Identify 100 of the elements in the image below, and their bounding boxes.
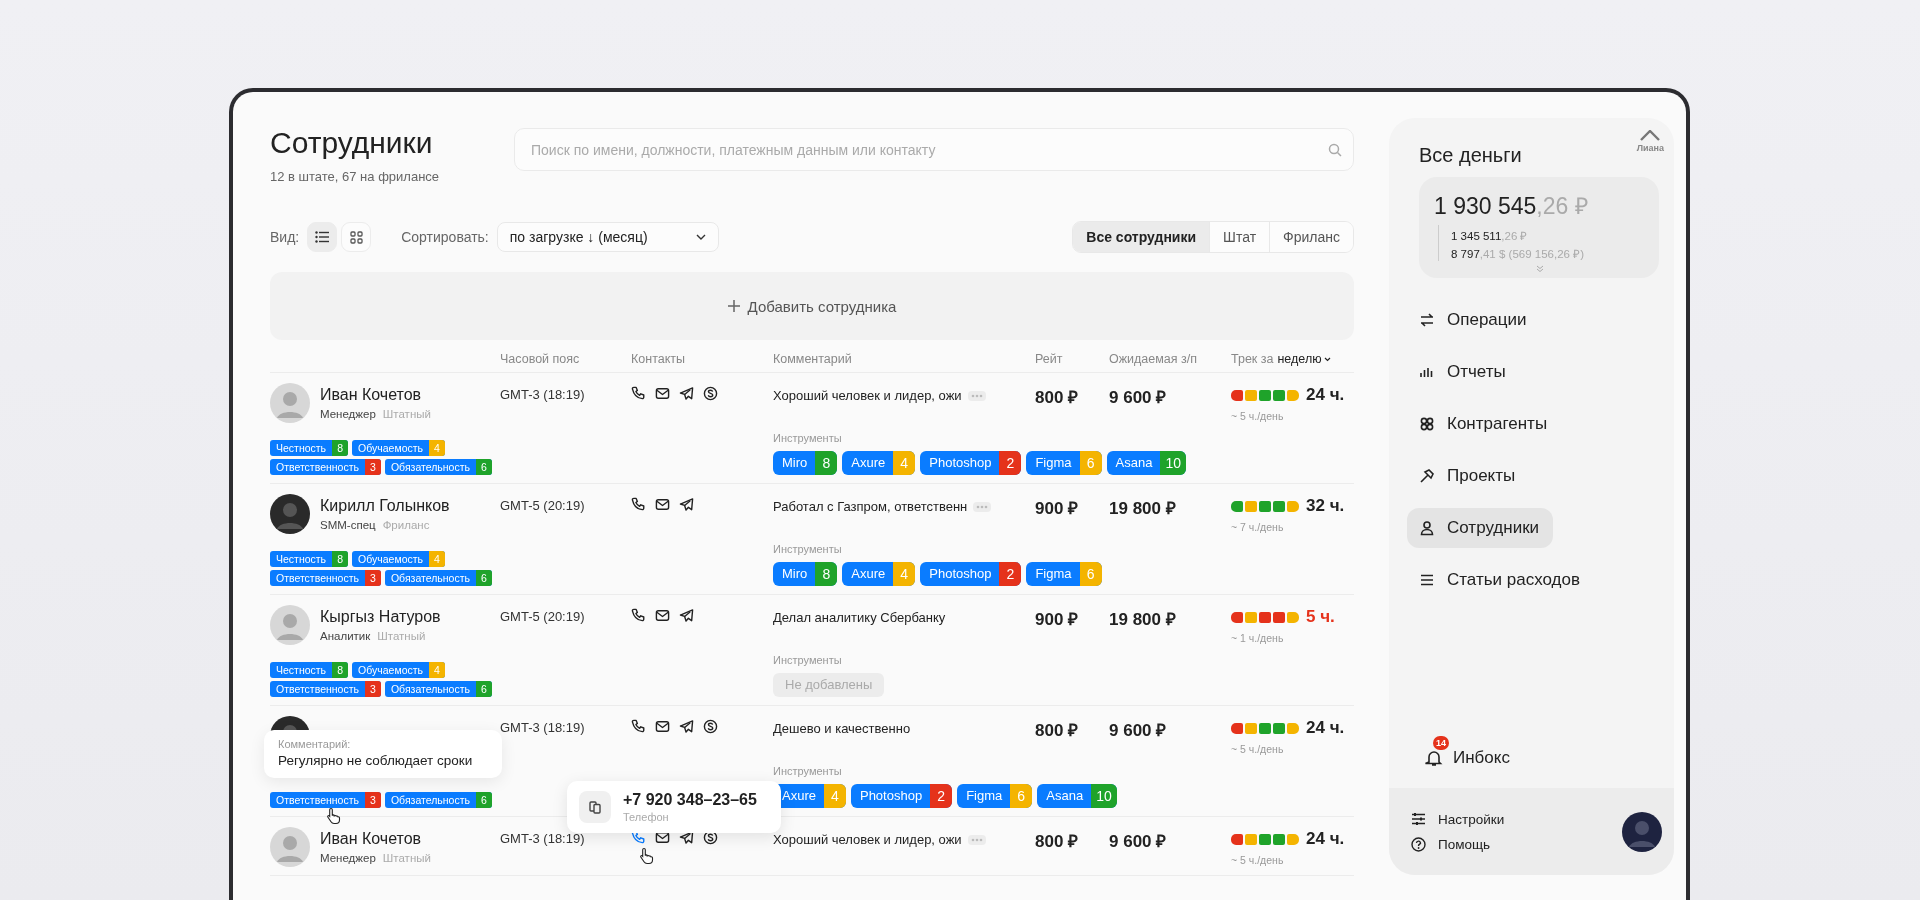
nav-item[interactable]: Контрагенты bbox=[1407, 404, 1562, 444]
nav-item[interactable]: Проекты bbox=[1407, 456, 1530, 496]
settings-icon bbox=[1411, 812, 1426, 826]
nav-item[interactable]: Сотрудники bbox=[1407, 508, 1554, 548]
trait-tag[interactable]: Ответственность 3 bbox=[270, 681, 381, 697]
trait-tag[interactable]: Обязательность 6 bbox=[384, 681, 492, 697]
column-header: Комментарий bbox=[773, 352, 853, 366]
paper-plane-icon[interactable] bbox=[679, 497, 694, 512]
add-employee-button[interactable]: Добавить сотрудника bbox=[270, 272, 1354, 340]
nav-item[interactable]: Отчеты bbox=[1407, 352, 1520, 392]
hours-per-day: ~ 1 ч./день bbox=[1231, 632, 1350, 644]
trait-tag[interactable]: Ответственность 3 bbox=[270, 459, 381, 475]
mail-icon[interactable] bbox=[655, 608, 670, 623]
employment-type: Штатный bbox=[377, 630, 426, 642]
phone-icon[interactable] bbox=[631, 719, 646, 734]
expected-pay: 9 600 ₽ bbox=[1109, 387, 1168, 409]
bell-icon bbox=[1425, 749, 1443, 767]
column-header: Контакты bbox=[631, 352, 686, 366]
tool-tag[interactable]: Axure 4 bbox=[842, 451, 916, 475]
copy-button[interactable] bbox=[579, 791, 611, 823]
tool-tag[interactable]: Axure 4 bbox=[842, 562, 916, 586]
tool-tag[interactable]: Figma 6 bbox=[1026, 562, 1102, 586]
help-link[interactable]: Помощь bbox=[1411, 836, 1505, 852]
rate-value: 800 ₽ bbox=[1035, 831, 1080, 853]
skype-icon[interactable] bbox=[703, 386, 718, 401]
tracked-hours: 24 ч. bbox=[1306, 385, 1345, 405]
nav-item[interactable]: Статьи расходов bbox=[1407, 560, 1595, 600]
tool-tag[interactable]: Photoshop 2 bbox=[850, 784, 953, 808]
grid-view-button[interactable] bbox=[341, 222, 372, 252]
paper-plane-icon[interactable] bbox=[679, 608, 694, 623]
mail-icon[interactable] bbox=[655, 719, 670, 734]
trait-tag[interactable]: Честность 8 bbox=[270, 662, 349, 678]
list-view-button[interactable] bbox=[307, 222, 338, 252]
inbox-nav-item[interactable]: Инбокс bbox=[1425, 748, 1510, 768]
avatar bbox=[270, 383, 310, 423]
expected-pay: 19 800 ₽ bbox=[1109, 498, 1177, 520]
mail-icon[interactable] bbox=[655, 497, 670, 512]
search-icon bbox=[1328, 143, 1342, 157]
tool-tag[interactable]: Miro 8 bbox=[773, 562, 838, 586]
column-header: Часовой пояс bbox=[500, 352, 581, 366]
search-field[interactable]: Поиск по имени, должности, платежным данным или контакту bbox=[514, 128, 1354, 171]
hand-cursor-icon bbox=[326, 807, 342, 825]
employee-name[interactable]: Кирилл Голынков bbox=[320, 497, 450, 515]
trait-tag[interactable]: Ответственность 3 bbox=[270, 792, 381, 808]
employee-name[interactable]: Иван Кочетов bbox=[320, 386, 431, 404]
list-icon bbox=[1419, 572, 1435, 588]
paper-plane-icon[interactable] bbox=[679, 830, 694, 845]
tool-tag[interactable]: Photoshop 2 bbox=[920, 562, 1022, 586]
sort-dropdown[interactable]: по загрузке ↓ (месяц) bbox=[496, 222, 719, 252]
tool-tag[interactable]: Figma 6 bbox=[1026, 451, 1102, 475]
column-header: Ожидаемая з/п bbox=[1109, 352, 1199, 366]
phone-icon[interactable] bbox=[631, 497, 646, 512]
filter-tab[interactable]: Все сотрудники bbox=[1073, 222, 1210, 252]
settings-link[interactable]: Настройки bbox=[1411, 811, 1505, 827]
tool-tag[interactable]: Miro 8 bbox=[773, 451, 838, 475]
comment-text: Дешево и качественно bbox=[773, 721, 911, 736]
trait-tag[interactable]: Обязательность 6 bbox=[384, 570, 492, 586]
phone-icon[interactable] bbox=[631, 386, 646, 401]
skype-icon[interactable] bbox=[703, 719, 718, 734]
period-dropdown[interactable]: неделю bbox=[1277, 352, 1331, 366]
comment-text: Хороший человек и лидер, ожи bbox=[773, 832, 962, 847]
tool-tag[interactable]: Asana 10 bbox=[1106, 451, 1186, 475]
timezone: GMT-3 (18:19) bbox=[500, 386, 586, 404]
trait-tag[interactable]: Обучаемость 4 bbox=[352, 662, 446, 678]
trait-tag[interactable]: Обучаемость 4 bbox=[352, 440, 446, 456]
filter-tab[interactable]: Фриланс bbox=[1269, 222, 1353, 252]
phone-icon[interactable] bbox=[631, 608, 646, 623]
plus-icon bbox=[727, 300, 740, 312]
balance-card[interactable]: 1 930 545,26 ₽ 1 345 511,26 ₽ 8 797,41 $ (569 156,26 ₽) bbox=[1419, 177, 1659, 278]
paper-plane-icon[interactable] bbox=[679, 386, 694, 401]
avatar bbox=[270, 605, 310, 645]
user-avatar[interactable] bbox=[1622, 811, 1662, 852]
trait-tag[interactable]: Обязательность 6 bbox=[384, 792, 492, 808]
employee-role: Аналитик bbox=[320, 630, 371, 642]
tools-label: Инструменты bbox=[773, 765, 843, 777]
trait-tag[interactable]: Ответственность 3 bbox=[270, 570, 381, 586]
tools-label: Инструменты bbox=[773, 432, 843, 444]
tool-tag[interactable]: Photoshop 2 bbox=[920, 451, 1022, 475]
person-icon bbox=[1419, 520, 1435, 536]
employee-name[interactable]: Кыргыз Натуров bbox=[320, 608, 441, 626]
mail-icon[interactable] bbox=[655, 830, 670, 845]
tracked-hours: 32 ч. bbox=[1306, 496, 1345, 516]
paper-plane-icon[interactable] bbox=[679, 719, 694, 734]
trait-tag[interactable]: Обучаемость 4 bbox=[352, 551, 446, 567]
page-title: Сотрудники bbox=[270, 126, 434, 160]
trait-tag[interactable]: Честность 8 bbox=[270, 440, 349, 456]
employee-role: SMM-спец bbox=[320, 519, 376, 531]
trait-tag[interactable]: Обязательность 6 bbox=[384, 459, 492, 475]
employee-name[interactable]: Иван Кочетов bbox=[320, 830, 431, 848]
tool-tag[interactable]: Asana 10 bbox=[1037, 784, 1117, 808]
employment-type: Штатный bbox=[382, 852, 431, 864]
employee-role: Менеджер bbox=[320, 408, 376, 420]
rate-value: 900 ₽ bbox=[1035, 498, 1080, 520]
tracked-hours: 24 ч. bbox=[1306, 718, 1345, 738]
hammer-icon bbox=[1419, 468, 1435, 484]
mail-icon[interactable] bbox=[655, 386, 670, 401]
trait-tag[interactable]: Честность 8 bbox=[270, 551, 349, 567]
logo-text: Лиана bbox=[1636, 143, 1664, 153]
tool-tag[interactable]: Figma 6 bbox=[957, 784, 1033, 808]
nav-item[interactable]: Операции bbox=[1407, 300, 1541, 340]
